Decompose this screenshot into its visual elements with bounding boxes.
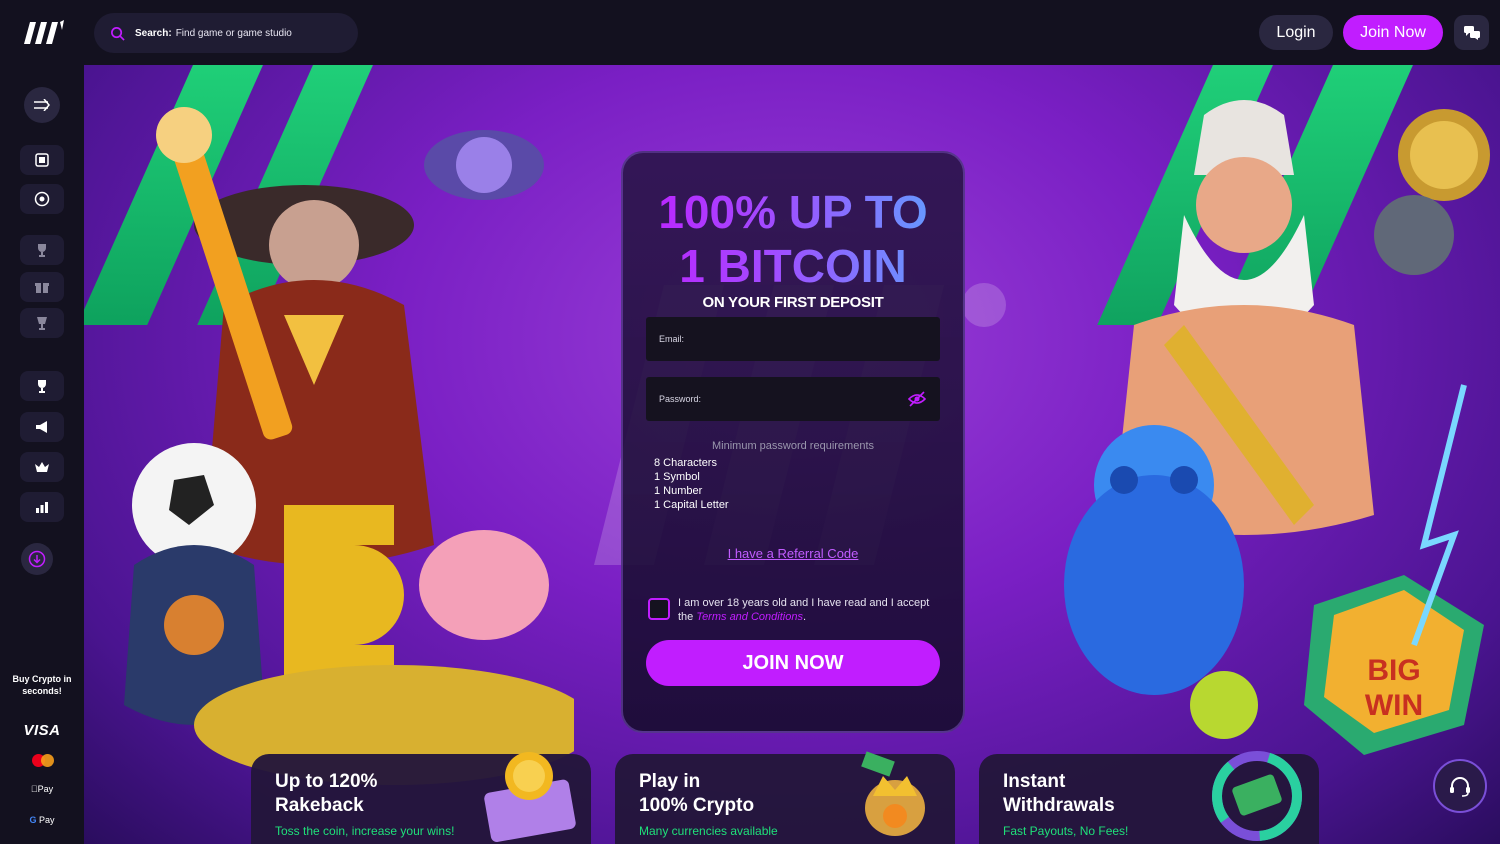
requirement-item: 1 Symbol [654, 471, 700, 483]
top-bar: Search: Find game or game studio Login J… [0, 0, 1500, 65]
wizard-character-illustration [124, 107, 574, 785]
terms-checkbox[interactable] [648, 598, 670, 620]
download-icon [28, 550, 46, 568]
headset-icon [1450, 777, 1470, 797]
money-cycle-icon [1212, 751, 1302, 841]
join-now-submit-button[interactable]: JOIN NOW [646, 640, 940, 686]
feature-title: Play in 100% Crypto [639, 770, 754, 818]
svg-text:WIN: WIN [1365, 689, 1423, 722]
sidebar-item-vip[interactable] [20, 452, 64, 482]
password-label: Password: [659, 394, 702, 404]
bonus-headline: 100% UP TO 1 BITCOIN [623, 185, 963, 293]
apple-pay-logo: Pay [0, 784, 84, 794]
feature-title-line1: Play in [639, 771, 701, 792]
sports-icon [34, 191, 50, 207]
cup-icon [37, 317, 47, 330]
feature-title-line2: 100% Crypto [639, 795, 755, 816]
requirement-item: 1 Capital Letter [654, 499, 729, 511]
bonus-subheadline: ON YOUR FIRST DEPOSIT [702, 294, 884, 311]
sidebar-item-gift[interactable] [20, 272, 64, 302]
feature-card-rakeback: Up to 120% Rakeback Toss the coin, increa… [251, 752, 591, 844]
sidebar-item-sports[interactable] [20, 184, 64, 214]
sidebar-item-cup[interactable] [20, 308, 64, 338]
visa-logo: VISA [23, 722, 61, 739]
feature-subtitle: Toss the coin, increase your wins! [275, 824, 455, 838]
password-field[interactable]: Password: [646, 377, 940, 421]
trophy-icon [38, 244, 46, 257]
google-pay-label: Pay [39, 815, 55, 825]
download-app-button[interactable] [21, 543, 53, 575]
gift-icon [35, 283, 49, 293]
feature-title: Instant Withdrawals [1003, 770, 1115, 818]
search-icon [111, 26, 125, 41]
feature-card-crypto: Play in 100% Crypto Many currencies avail… [615, 751, 955, 844]
terms-link[interactable]: Terms and Conditions [696, 611, 803, 623]
feature-card-withdrawals: Instant Withdrawals Fast Payouts, No Fees… [979, 751, 1319, 844]
search-bar[interactable]: Search: Find game or game studio [94, 13, 358, 53]
search-label: Search: [135, 27, 172, 39]
vip-icon [35, 462, 49, 472]
chat-button[interactable] [1454, 15, 1489, 50]
login-button[interactable]: Login [1259, 15, 1333, 50]
sidebar-toggle-button[interactable] [24, 87, 60, 123]
sidebar-item-leaderboard[interactable] [20, 492, 64, 522]
leaderboard-icon [36, 502, 48, 513]
terms-suffix: . [802, 611, 807, 623]
promotions-icon [36, 421, 47, 433]
sidebar-item-promotions[interactable] [20, 412, 64, 442]
password-requirements-list: 8 Characters 1 Symbol 1 Number 1 Capital… [654, 456, 729, 512]
feature-title-line2: Withdrawals [1003, 795, 1115, 816]
hero-banner: BIG WIN 100% UP TO 1 BITCOIN ON YOUR FIR… [84, 65, 1500, 844]
site-logo[interactable] [20, 18, 66, 46]
feature-title-line1: Instant [1003, 771, 1066, 792]
expand-arrow-icon [34, 99, 50, 111]
feature-title-line2: Rakeback [275, 795, 364, 816]
svg-text:BIG: BIG [1367, 654, 1420, 687]
coin-card-icon [484, 752, 576, 842]
buy-crypto-text[interactable]: Buy Crypto in seconds! [4, 673, 80, 697]
requirement-item: 1 Number [654, 485, 703, 497]
bitcoin-bag-icon [861, 751, 925, 836]
bonus-headline-line1: 100% UP TO [658, 186, 928, 238]
support-chat-button[interactable] [1433, 759, 1487, 813]
bonus-headline-line2: 1 BITCOIN [679, 240, 907, 292]
feature-subtitle: Fast Payouts, No Fees! [1003, 824, 1129, 838]
feature-title: Up to 120% Rakeback [275, 770, 377, 818]
zeus-character-illustration: BIG WIN [1064, 100, 1490, 755]
feature-subtitle: Many currencies available [639, 824, 778, 838]
sidebar: Buy Crypto in seconds! VISA Pay G Pay [0, 65, 84, 844]
google-pay-logo: G Pay [29, 815, 55, 825]
join-now-button[interactable]: Join Now [1343, 15, 1443, 50]
registration-form: 100% UP TO 1 BITCOIN ON YOUR FIRST DEPOS… [621, 151, 965, 733]
password-requirements-title: Minimum password requirements [712, 440, 874, 452]
terms-text: I am over 18 years old and I have read a… [678, 596, 938, 624]
sidebar-item-casino[interactable] [20, 145, 64, 175]
email-field[interactable]: Email: [646, 317, 940, 361]
hide-password-icon[interactable] [908, 391, 926, 407]
requirement-item: 8 Characters [654, 457, 717, 469]
tournament-icon [38, 380, 46, 393]
search-placeholder: Find game or game studio [175, 27, 292, 39]
sidebar-item-tournaments[interactable] [20, 371, 64, 401]
casino-icon [35, 153, 49, 167]
email-label: Email: [659, 334, 685, 344]
mastercard-logo [32, 754, 54, 767]
apple-pay-label: Pay [34, 784, 54, 794]
sidebar-item-trophy[interactable] [20, 235, 64, 265]
referral-code-link[interactable]: I have a Referral Code [623, 546, 963, 561]
chat-icon [1463, 25, 1480, 40]
feature-title-line1: Up to 120% [275, 771, 378, 792]
